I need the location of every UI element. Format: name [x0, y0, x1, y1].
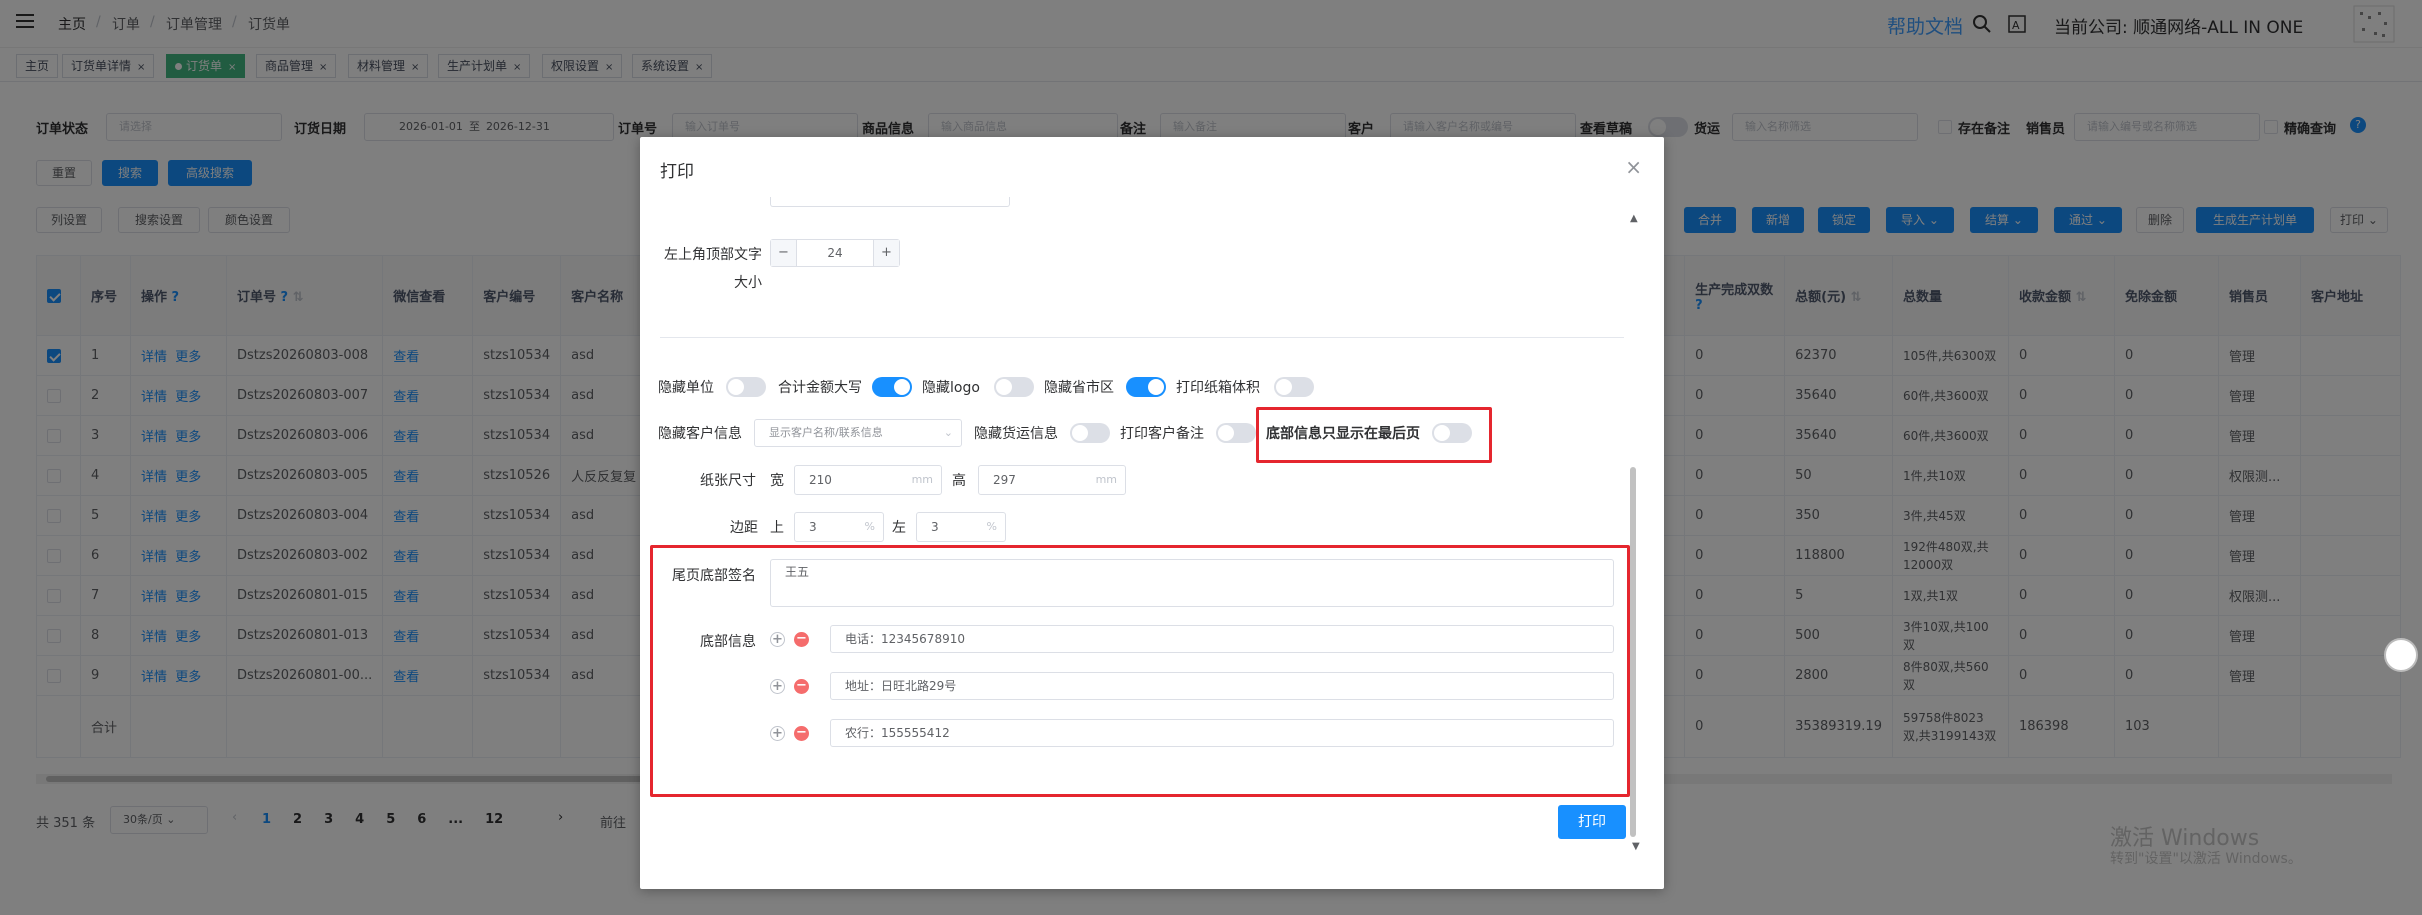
total-uppercase-label: 合计金额大写 — [778, 380, 862, 396]
dialog-scrollbar[interactable] — [1630, 467, 1636, 837]
add-footer-item-icon[interactable]: + — [770, 632, 785, 647]
scroll-down-icon[interactable]: ▼ — [1632, 841, 1640, 852]
top-font-size-value[interactable]: 24 — [797, 240, 873, 266]
minus-icon[interactable]: − — [771, 240, 797, 266]
footer-info-input[interactable]: 农行：155555412 — [830, 719, 1614, 747]
height-label: 高 — [952, 473, 966, 489]
hide-customer-label: 隐藏客户信息 — [658, 426, 742, 442]
paper-height-input[interactable]: 297 mm — [978, 465, 1126, 495]
plus-icon[interactable]: + — [873, 240, 899, 266]
remove-footer-item-icon[interactable]: − — [794, 679, 809, 694]
hide-unit-label: 隐藏单位 — [658, 380, 714, 396]
hide-logo-toggle[interactable] — [994, 377, 1034, 397]
hide-customer-select[interactable]: 显示客户名称/联系信息 ⌄ — [754, 419, 962, 447]
assistant-avatar[interactable] — [2384, 638, 2418, 672]
footer-info-label: 底部信息 — [700, 634, 756, 650]
scroll-up-icon[interactable]: ▲ — [1630, 213, 1638, 224]
print-button[interactable]: 打印 — [1558, 805, 1626, 839]
margin-left-label: 左 — [892, 520, 906, 536]
hide-unit-toggle[interactable] — [726, 377, 766, 397]
divider — [660, 337, 1624, 338]
dialog-title: 打印 — [660, 162, 694, 182]
print-customer-remark-label: 打印客户备注 — [1120, 426, 1204, 442]
print-customer-remark-toggle[interactable] — [1216, 423, 1256, 443]
hide-freight-toggle[interactable] — [1070, 423, 1110, 443]
remove-footer-item-icon[interactable]: − — [794, 632, 809, 647]
hide-logo-label: 隐藏logo — [922, 380, 980, 396]
print-box-volume-toggle[interactable] — [1274, 377, 1314, 397]
margin-top-label: 上 — [770, 520, 784, 536]
hide-region-toggle[interactable] — [1126, 377, 1166, 397]
signature-label: 尾页底部签名 — [672, 568, 756, 584]
remove-footer-item-icon[interactable]: − — [794, 726, 809, 741]
clipped-select[interactable] — [770, 197, 1010, 207]
add-footer-item-icon[interactable]: + — [770, 726, 785, 741]
paper-width-input[interactable]: 210 mm — [794, 465, 942, 495]
margin-left-input[interactable]: 3% — [916, 512, 1006, 542]
width-label: 宽 — [770, 473, 784, 489]
close-icon[interactable]: × — [1625, 155, 1642, 179]
margin-label: 边距 — [730, 520, 758, 536]
hide-region-label: 隐藏省市区 — [1044, 380, 1114, 396]
total-uppercase-toggle[interactable] — [872, 377, 912, 397]
print-box-volume-label: 打印纸箱体积 — [1176, 380, 1260, 396]
hide-freight-label: 隐藏货运信息 — [974, 426, 1058, 442]
margin-top-input[interactable]: 3% — [794, 512, 884, 542]
top-font-size-label: 左上角顶部文字大小 — [664, 247, 762, 291]
print-dialog: 打印 × ▲ 左上角顶部文字大小 − 24 + 隐藏单位 合计金额大写 隐藏lo… — [640, 137, 1664, 889]
paper-size-label: 纸张尺寸 — [700, 473, 756, 489]
footer-last-page-toggle[interactable] — [1432, 423, 1472, 443]
footer-last-page-label: 底部信息只显示在最后页 — [1266, 426, 1420, 442]
footer-info-input[interactable]: 电话：12345678910 — [830, 625, 1614, 653]
footer-info-input[interactable]: 地址：日旺北路29号 — [830, 672, 1614, 700]
top-font-size-stepper[interactable]: − 24 + — [770, 239, 900, 267]
add-footer-item-icon[interactable]: + — [770, 679, 785, 694]
signature-textarea[interactable]: 王五 — [770, 559, 1614, 607]
